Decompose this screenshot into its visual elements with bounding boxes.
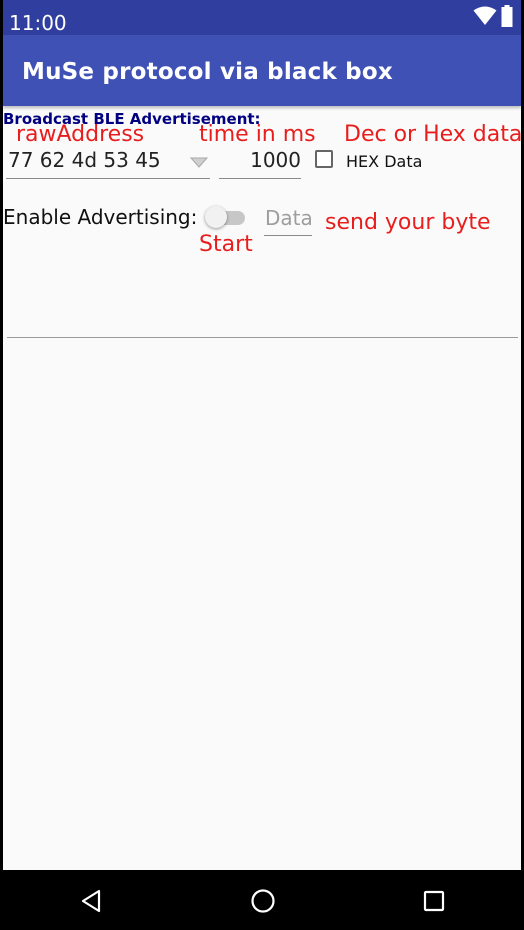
navigation-bar <box>0 870 524 930</box>
hex-data-checkbox[interactable] <box>315 150 333 168</box>
status-time: 11:00 <box>9 11 67 35</box>
dropdown-arrow-icon <box>189 156 209 174</box>
home-icon <box>251 889 275 913</box>
raw-address-value: 77 62 4d 53 45 <box>8 148 161 172</box>
hex-data-label[interactable]: HEX Data <box>346 152 422 171</box>
interval-value: 1000 <box>250 148 301 172</box>
back-icon <box>81 889 101 913</box>
app-screen: 11:00 MuSe protocol via black box Broadc… <box>3 0 523 930</box>
annotation-start: Start <box>199 232 253 257</box>
divider <box>7 337 518 338</box>
main-content: Broadcast BLE Advertisement: rawAddress … <box>3 106 523 870</box>
status-bar: 11:00 <box>3 0 521 35</box>
app-title: MuSe protocol via black box <box>22 59 393 85</box>
recents-icon <box>423 890 445 912</box>
advertising-switch[interactable] <box>203 206 249 228</box>
wifi-icon <box>473 6 497 31</box>
data-input[interactable]: Data <box>264 202 313 236</box>
recents-button[interactable] <box>417 884 451 918</box>
advertising-label: Enable Advertising: <box>3 205 198 229</box>
switch-thumb <box>205 206 227 228</box>
annotation-send-byte: send your byte <box>325 210 491 235</box>
annotation-dec-hex: Dec or Hex data <box>344 122 523 147</box>
battery-icon <box>501 4 513 32</box>
home-button[interactable] <box>246 884 280 918</box>
interval-input[interactable]: 1000 <box>219 144 301 179</box>
data-placeholder: Data <box>265 206 313 230</box>
status-icons <box>473 4 513 31</box>
app-bar: MuSe protocol via black box <box>3 35 521 106</box>
raw-address-spinner[interactable]: 77 62 4d 53 45 <box>6 144 210 179</box>
back-button[interactable] <box>74 884 108 918</box>
